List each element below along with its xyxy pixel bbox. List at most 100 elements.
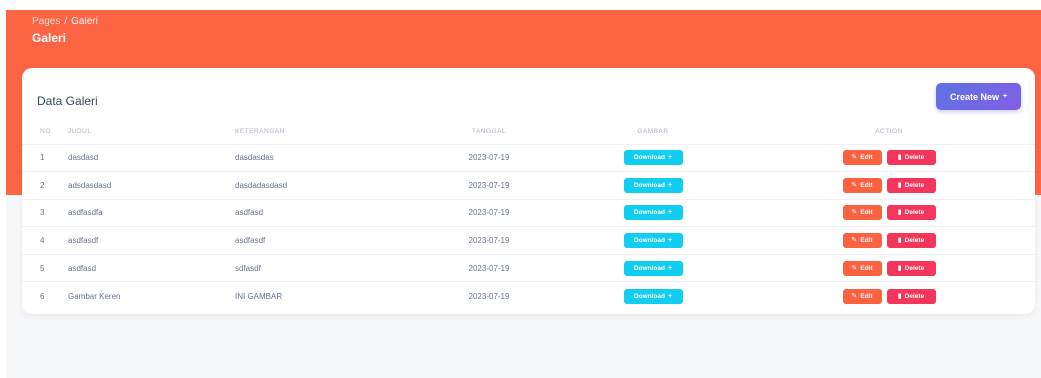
edit-label: Edit (860, 154, 873, 162)
row-number: 1 (22, 144, 68, 173)
row-action-cell: ✎ Edit ▮ Delete (743, 254, 1035, 283)
delete-label: Delete (904, 292, 925, 300)
trash-icon: ▮ (897, 209, 902, 217)
delete-button[interactable]: ▮ Delete (886, 205, 936, 221)
download-label: Download (633, 264, 665, 272)
row-action-cell: ✎ Edit ▮ Delete (743, 282, 1035, 310)
table-header-row: NO JUDUL KETERANGAN TANGGAL GAMBAR ACTIO… (22, 120, 1035, 145)
card-title: Data Galeri (37, 94, 98, 108)
table-row: 1 dasdasd dasdasdas 2023-07-19 Download … (22, 144, 1035, 173)
row-keterangan: asdfasdf (235, 226, 415, 255)
page-title: Galeri (32, 31, 67, 45)
pencil-icon: ✎ (851, 264, 858, 272)
download-button[interactable]: Download + (623, 177, 683, 193)
breadcrumb: Pages / Galeri (32, 16, 98, 27)
column-header-action: ACTION (743, 120, 1035, 145)
edit-label: Edit (860, 237, 873, 245)
row-keterangan: sdfasdf (235, 254, 415, 283)
edit-label: Edit (860, 181, 873, 189)
row-gambar-cell: Download + (563, 144, 743, 173)
edit-label: Edit (860, 264, 873, 272)
delete-button[interactable]: ▮ Delete (886, 288, 936, 304)
row-gambar-cell: Download + (563, 226, 743, 255)
column-header-tanggal: TANGGAL (415, 120, 563, 145)
table-row: 3 asdfasdfa asdfasd 2023-07-19 Download … (22, 199, 1035, 228)
row-tanggal: 2023-07-19 (415, 144, 563, 173)
edit-button[interactable]: ✎ Edit (842, 177, 882, 193)
create-new-button[interactable]: Create New + (936, 83, 1021, 110)
breadcrumb-separator: / (64, 16, 68, 27)
download-label: Download (633, 181, 665, 189)
delete-button[interactable]: ▮ Delete (886, 260, 936, 276)
pencil-icon: ✎ (851, 154, 858, 162)
plus-icon: + (667, 237, 673, 245)
pencil-icon: ✎ (851, 292, 858, 300)
row-gambar-cell: Download + (563, 254, 743, 283)
plus-icon: + (667, 181, 673, 189)
edit-button[interactable]: ✎ Edit (842, 260, 882, 276)
row-tanggal: 2023-07-19 (468, 291, 510, 301)
row-judul: Gambar Keren (68, 291, 121, 301)
row-judul: adsdasdasd (68, 171, 235, 200)
create-new-label: Create New (949, 91, 999, 102)
download-button[interactable]: Download + (623, 233, 683, 249)
row-action-cell: ✎ Edit ▮ Delete (743, 144, 1035, 173)
trash-icon: ▮ (897, 237, 902, 245)
column-header-no: NO (22, 120, 68, 145)
edit-button[interactable]: ✎ Edit (842, 288, 882, 304)
row-tanggal: 2023-07-19 (415, 199, 563, 228)
trash-icon: ▮ (897, 292, 902, 300)
row-number: 3 (22, 199, 68, 228)
row-number: 4 (22, 226, 68, 255)
plus-icon: + (667, 264, 673, 272)
row-judul: asdfasd (68, 254, 235, 283)
row-keterangan: dasdadasdasd (235, 171, 415, 200)
delete-label: Delete (904, 181, 925, 189)
row-action-cell: ✎ Edit ▮ Delete (743, 226, 1035, 255)
delete-button[interactable]: ▮ Delete (886, 177, 936, 193)
plus-icon: + (1002, 93, 1008, 100)
delete-label: Delete (904, 209, 925, 217)
trash-icon: ▮ (897, 181, 902, 189)
delete-label: Delete (904, 237, 925, 245)
row-action-cell: ✎ Edit ▮ Delete (743, 171, 1035, 200)
download-button[interactable]: Download + (623, 288, 683, 304)
delete-button[interactable]: ▮ Delete (886, 150, 936, 166)
pencil-icon: ✎ (851, 181, 858, 189)
delete-button[interactable]: ▮ Delete (886, 233, 936, 249)
edit-button[interactable]: ✎ Edit (842, 205, 882, 221)
plus-icon: + (667, 154, 673, 162)
data-card: Data Galeri Create New + NO JUDUL KETERA… (22, 68, 1035, 314)
download-button[interactable]: Download + (623, 150, 683, 166)
row-tanggal: 2023-07-19 (415, 254, 563, 283)
row-tanggal: 2023-07-19 (415, 171, 563, 200)
trash-icon: ▮ (897, 264, 902, 272)
edit-label: Edit (860, 209, 873, 217)
edit-button[interactable]: ✎ Edit (842, 233, 882, 249)
row-keterangan: dasdasdas (235, 144, 415, 173)
delete-label: Delete (904, 154, 925, 162)
gallery-table: NO JUDUL KETERANGAN TANGGAL GAMBAR ACTIO… (22, 120, 1035, 310)
row-keterangan: INI GAMBAR (235, 291, 283, 301)
row-number: 5 (22, 254, 68, 283)
row-judul: asdfasdfa (68, 199, 235, 228)
download-button[interactable]: Download + (623, 205, 683, 221)
download-label: Download (633, 209, 665, 217)
column-header-judul: JUDUL (68, 120, 235, 145)
edit-button[interactable]: ✎ Edit (842, 150, 882, 166)
breadcrumb-current: Galeri (71, 16, 98, 27)
plus-icon: + (667, 209, 673, 217)
download-label: Download (633, 154, 665, 162)
pencil-icon: ✎ (851, 209, 858, 217)
row-number: 2 (22, 171, 68, 200)
column-header-keterangan: KETERANGAN (235, 120, 415, 145)
breadcrumb-root-link[interactable]: Pages (32, 16, 60, 27)
table-row: 4 asdfasdf asdfasdf 2023-07-19 Download … (22, 226, 1035, 255)
download-button[interactable]: Download + (623, 260, 683, 276)
trash-icon: ▮ (897, 154, 902, 162)
plus-icon: + (667, 292, 673, 300)
row-action-cell: ✎ Edit ▮ Delete (743, 199, 1035, 228)
row-judul: asdfasdf (68, 226, 235, 255)
row-number: 6 (40, 291, 45, 301)
row-tanggal: 2023-07-19 (415, 226, 563, 255)
